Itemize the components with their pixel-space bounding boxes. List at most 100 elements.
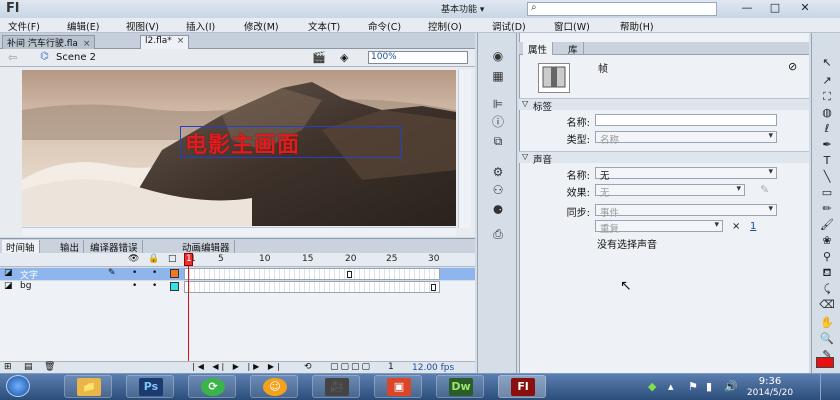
headline-text-box[interactable]: 电影主画面: [180, 126, 402, 158]
menu-modify[interactable]: 修改(M): [244, 19, 279, 33]
text-tool-icon[interactable]: T: [819, 153, 835, 168]
tab-properties[interactable]: 属性: [523, 42, 554, 56]
back-arrow-icon[interactable]: ⇦: [8, 51, 17, 64]
layer-color-swatch[interactable]: [170, 282, 179, 291]
selection-tool-icon[interactable]: ↖: [819, 55, 835, 70]
tab-motion-editor[interactable]: 动画编辑器: [178, 240, 235, 254]
clock-date[interactable]: 2014/5/20: [745, 388, 795, 398]
taskbar-dreamweaver[interactable]: Dw: [436, 375, 484, 398]
hand-tool-icon[interactable]: ✋: [819, 315, 835, 330]
taskbar-powerpoint[interactable]: ▣: [374, 375, 422, 398]
keyframe[interactable]: [347, 271, 352, 278]
menu-insert[interactable]: 插入(I): [186, 19, 215, 33]
new-layer-icon[interactable]: ⊞: [4, 362, 12, 372]
signal-icon[interactable]: ▮: [706, 380, 712, 393]
sound-section-header[interactable]: 声音: [519, 151, 809, 166]
taskbar-camera[interactable]: 🎥: [312, 375, 360, 398]
doc-tab-l2[interactable]: l2.fla* ×: [140, 35, 190, 49]
menu-help[interactable]: 帮助(H): [620, 19, 654, 33]
zoom-select[interactable]: 100%: [368, 51, 468, 64]
3d-rotation-tool-icon[interactable]: ◍: [819, 105, 835, 120]
tab-timeline[interactable]: 时间轴: [2, 240, 40, 254]
line-tool-icon[interactable]: ╲: [819, 169, 835, 184]
visibility-dot[interactable]: •: [132, 268, 137, 278]
history-icon[interactable]: ⎙: [490, 227, 506, 241]
eye-icon[interactable]: 👁: [128, 254, 139, 264]
loop-icon[interactable]: ⟲: [304, 362, 312, 372]
effect-select[interactable]: 无: [595, 184, 745, 199]
help-icon[interactable]: ⊘: [788, 60, 797, 73]
tray-expand-icon[interactable]: ▴: [668, 380, 674, 393]
taskbar-flash[interactable]: Fl: [498, 375, 546, 398]
pencil-tool-icon[interactable]: ✏: [819, 201, 835, 216]
new-folder-icon[interactable]: ▤: [24, 362, 33, 372]
label-section-header[interactable]: 标签: [519, 98, 809, 113]
color-icon[interactable]: ◉: [490, 49, 506, 63]
sync-select[interactable]: 事件: [595, 204, 777, 219]
delete-layer-icon[interactable]: 🗑: [44, 362, 55, 372]
onion-skin-icon[interactable]: ▢▢▢▢: [330, 362, 372, 372]
edit-scene-icon[interactable]: 🎬: [312, 51, 326, 64]
lock-icon[interactable]: 🔒: [148, 254, 159, 264]
network-tray-icon[interactable]: ◆: [648, 380, 656, 393]
menu-view[interactable]: 视图(V): [126, 19, 159, 33]
keyframe[interactable]: [431, 284, 436, 291]
tab-compiler-errors[interactable]: 编译器错误: [86, 240, 143, 254]
menu-file[interactable]: 文件(F): [8, 19, 40, 33]
repeat-count[interactable]: 1: [750, 221, 756, 232]
clock-time[interactable]: 9:36: [745, 376, 795, 387]
visibility-dot[interactable]: •: [132, 281, 137, 291]
close-button[interactable]: ✕: [792, 0, 818, 16]
frame-name-input[interactable]: [595, 114, 777, 126]
taskbar-app-orange[interactable]: ☺: [250, 375, 298, 398]
pen-tool-icon[interactable]: ✒: [819, 137, 835, 152]
menu-window[interactable]: 窗口(W): [554, 19, 590, 33]
motion-presets-icon[interactable]: ⚈: [490, 203, 506, 217]
components-icon[interactable]: ⚙: [490, 165, 506, 179]
lock-dot[interactable]: •: [152, 281, 157, 291]
tab-output[interactable]: 输出: [56, 240, 85, 254]
tab-library[interactable]: 库: [563, 42, 584, 56]
repeat-select[interactable]: 重复: [595, 220, 723, 235]
info-icon[interactable]: ⓘ: [490, 115, 506, 129]
playback-controls[interactable]: |◀ ◀| ▶ |▶ ▶|: [192, 362, 283, 371]
show-desktop-button[interactable]: [820, 374, 840, 400]
menu-text[interactable]: 文本(T): [308, 19, 340, 33]
eyedropper-tool-icon[interactable]: ⤹: [819, 281, 835, 296]
playhead[interactable]: 1: [184, 253, 193, 266]
maximize-button[interactable]: □: [762, 0, 788, 16]
workspace-switcher[interactable]: 基本功能 ▾: [437, 2, 517, 16]
layer-frames[interactable]: [184, 281, 440, 293]
layer-name[interactable]: 文字: [20, 268, 38, 281]
zoom-tool-icon[interactable]: 🔍: [819, 331, 835, 346]
layer-frames[interactable]: [184, 268, 440, 280]
layer-row[interactable]: ◪ 文字 ✎ • •: [0, 268, 475, 281]
rectangle-tool-icon[interactable]: ▭: [819, 185, 835, 200]
taskbar-explorer[interactable]: 📁: [64, 375, 112, 398]
bone-tool-icon[interactable]: ⚲: [819, 249, 835, 264]
minimize-button[interactable]: —: [734, 0, 760, 16]
menu-commands[interactable]: 命令(C): [368, 19, 401, 33]
lasso-tool-icon[interactable]: ℓ: [819, 121, 835, 136]
menu-debug[interactable]: 调试(D): [492, 19, 526, 33]
subselection-tool-icon[interactable]: ↗: [819, 73, 835, 88]
layer-row[interactable]: ◪ bg • •: [0, 281, 475, 293]
transform-icon[interactable]: ⧉: [490, 134, 506, 148]
lock-dot[interactable]: •: [152, 268, 157, 278]
layer-name[interactable]: bg: [20, 281, 31, 291]
stage-vertical-scrollbar[interactable]: [458, 70, 471, 228]
swatches-icon[interactable]: ▦: [490, 69, 506, 83]
eraser-tool-icon[interactable]: ⌫: [819, 297, 835, 312]
deco-tool-icon[interactable]: ❀: [819, 233, 835, 248]
brush-tool-icon[interactable]: 🖌: [819, 217, 835, 232]
close-icon[interactable]: ×: [83, 39, 91, 49]
doc-tab-car[interactable]: 补间 汽车行驶.fla ×: [2, 35, 96, 49]
layer-color-swatch[interactable]: [170, 269, 179, 278]
behaviors-icon[interactable]: ⚇: [490, 183, 506, 197]
help-search-input[interactable]: ⌕: [527, 2, 717, 16]
taskbar-app-green[interactable]: ⟳: [188, 375, 236, 398]
paint-bucket-tool-icon[interactable]: ⛾: [819, 265, 835, 280]
start-button[interactable]: [6, 375, 30, 397]
edit-effect-icon[interactable]: ✎: [760, 183, 769, 196]
fps-readout[interactable]: 12.00 fps: [412, 363, 454, 373]
